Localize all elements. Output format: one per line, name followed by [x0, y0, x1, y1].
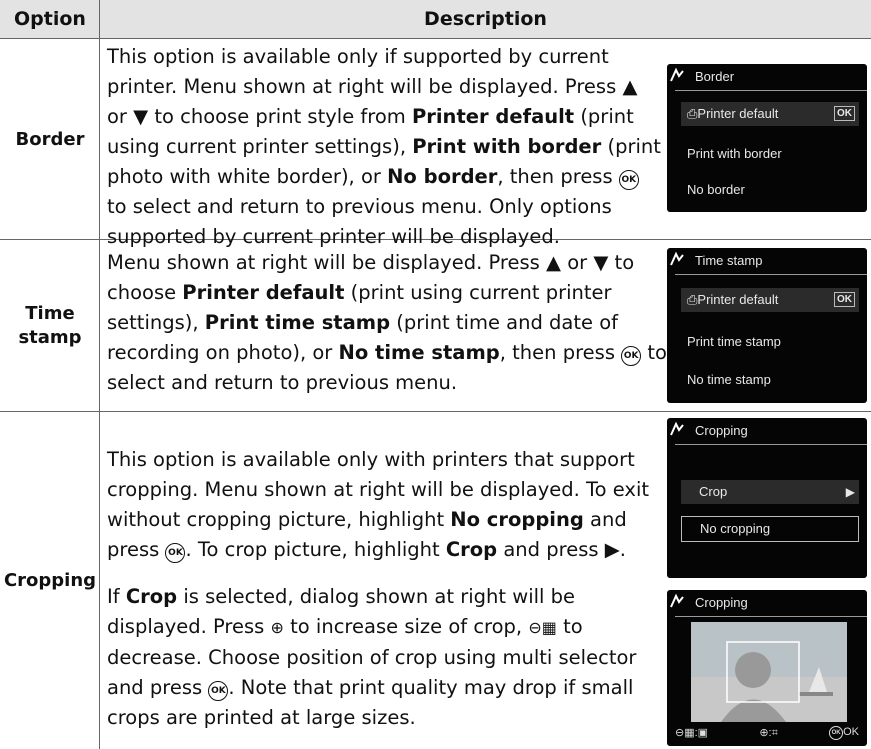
crop-preview-image — [691, 622, 847, 722]
zoom-out-thumbnail-icon: ⊖▦ — [528, 618, 557, 637]
ok-badge: OK — [834, 106, 855, 121]
menu-item-print-time-stamp[interactable]: Print time stamp — [681, 330, 859, 354]
menu-item-printer-default[interactable]: ⎙Printer default OK — [681, 102, 859, 126]
text-line: printer. Menu shown at right will be dis… — [107, 75, 638, 98]
option-label: Border — [15, 128, 85, 150]
text-line: settings), Print time stamp (print time … — [107, 311, 619, 334]
option-time-stamp: Time stamp — [0, 240, 100, 411]
zoom-out-hint: ⊖▦:▣ — [675, 727, 709, 739]
option-border: Border — [0, 40, 100, 239]
zoom-in-icon: ⊕ — [270, 618, 284, 637]
ok-button-icon: OK — [165, 543, 186, 563]
header-divider — [0, 38, 871, 39]
menu-item-no-time-stamp[interactable]: No time stamp — [681, 368, 859, 392]
text-line: cropping. Menu shown at right will be di… — [107, 478, 650, 501]
text-line: select and return to previous menu. — [107, 371, 458, 394]
description-cropping-1: This option is available only with print… — [107, 445, 649, 565]
text-line: without cropping picture, highlight No c… — [107, 508, 627, 531]
option-cropping: Cropping — [0, 412, 100, 749]
text-line: decrease. Choose position of crop using … — [107, 646, 637, 669]
text-line: photo with white border), or No border, … — [107, 162, 661, 192]
time-stamp-menu-screen: Time stamp ⎙Printer default OK Print tim… — [667, 248, 867, 403]
description-time-stamp: Menu shown at right will be displayed. P… — [107, 248, 667, 398]
ok-button-icon: OK — [618, 170, 639, 190]
text-line: crops are printed at large sizes. — [107, 706, 416, 729]
text-line: This option is available only with print… — [107, 448, 635, 471]
text-line: or ▼ to choose print style from Printer … — [107, 105, 634, 128]
table-header: Option Description — [0, 0, 871, 38]
zoom-in-hint: ⊕:⌗ — [759, 727, 778, 739]
option-label: stamp — [18, 326, 82, 348]
header-description: Description — [424, 8, 547, 30]
text-line: press OK. To crop picture, highlight Cro… — [107, 538, 626, 563]
menu-item-printer-default[interactable]: ⎙Printer default OK — [681, 288, 859, 312]
screen-title: Cropping — [675, 420, 867, 445]
text-line: recording on photo), or No time stamp, t… — [107, 341, 667, 366]
screen-title: Time stamp — [675, 250, 867, 275]
option-label: Time — [25, 302, 75, 324]
text-line: choose Printer default (print using curr… — [107, 281, 612, 304]
row-divider — [0, 411, 871, 412]
menu-item-no-cropping[interactable]: No cropping — [681, 516, 859, 542]
cropping-dialog-screen: Cropping ⊖▦:▣ ⊕:⌗ OK OK — [667, 590, 867, 746]
ok-hint: OK OK — [829, 726, 859, 742]
printer-icon: ⎙ — [687, 292, 698, 307]
text-line: Menu shown at right will be displayed. P… — [107, 251, 635, 274]
right-arrow-icon: ▶ — [845, 485, 855, 499]
ok-button-icon: OK — [829, 726, 844, 740]
screen-title: Cropping — [675, 592, 867, 617]
cropping-menu-screen: Cropping Crop ▶ No cropping — [667, 418, 867, 578]
printer-icon: ⎙ — [687, 106, 698, 121]
menu-item-crop[interactable]: Crop ▶ — [681, 480, 859, 504]
option-label: Cropping — [3, 569, 97, 591]
dialog-footer: ⊖▦:▣ ⊕:⌗ OK OK — [675, 726, 859, 742]
border-menu-screen: Border ⎙Printer default OK Print with bo… — [667, 64, 867, 212]
ok-badge: OK — [834, 292, 855, 307]
header-option: Option — [14, 8, 86, 30]
text-line: and press OK. Note that print quality ma… — [107, 676, 634, 701]
description-border: This option is available only if support… — [107, 42, 661, 252]
menu-item-print-with-border[interactable]: Print with border — [681, 142, 859, 166]
text-line: displayed. Press ⊕ to increase size of c… — [107, 615, 583, 638]
screen-title: Border — [675, 66, 867, 91]
text-line: to select and return to previous menu. O… — [107, 195, 612, 218]
text-line: If Crop is selected, dialog shown at rig… — [107, 585, 576, 608]
text-line: This option is available only if support… — [107, 45, 609, 68]
ok-button-icon: OK — [208, 681, 229, 701]
text-line: using current printer settings), Print w… — [107, 135, 661, 158]
menu-item-no-border[interactable]: No border — [681, 178, 859, 202]
description-cropping-2: If Crop is selected, dialog shown at rig… — [107, 582, 636, 733]
ok-button-icon: OK — [621, 346, 642, 366]
